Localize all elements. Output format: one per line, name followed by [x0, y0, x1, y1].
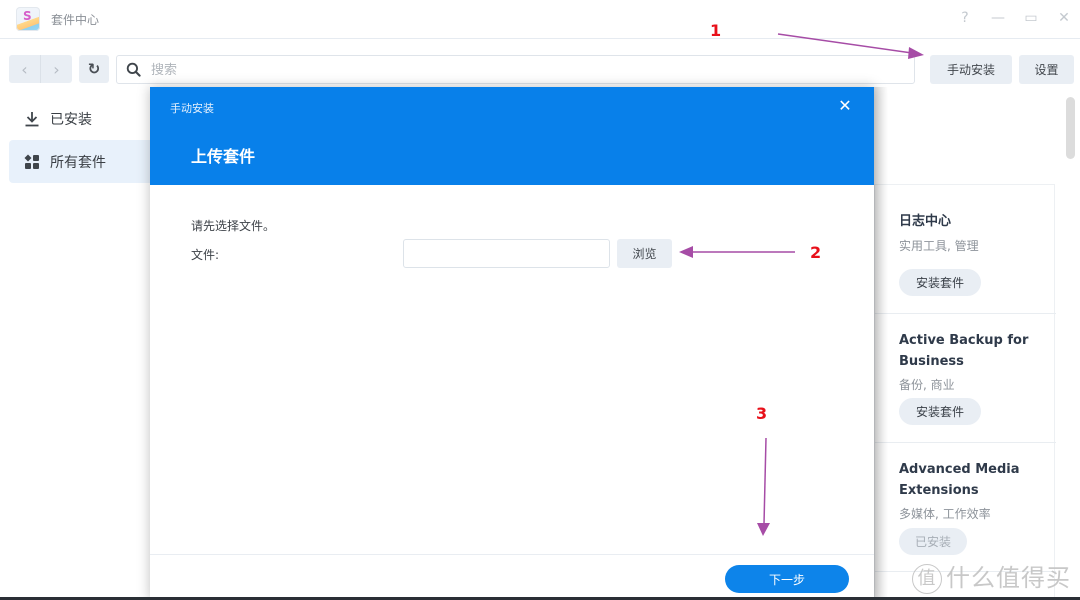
forward-button[interactable]: › [40, 55, 72, 83]
maximize-icon[interactable]: ▭ [1021, 8, 1041, 28]
manual-install-button[interactable]: 手动安装 [930, 55, 1012, 84]
refresh-icon: ↻ [87, 60, 101, 78]
dialog-shadow [874, 87, 888, 600]
installed-badge: 已安装 [899, 528, 967, 555]
minimize-icon[interactable]: — [988, 8, 1008, 28]
back-button[interactable]: ‹ [9, 55, 40, 83]
package-card[interactable]: Advanced Media Extensions 多媒体, 工作效率 已安装 [875, 443, 1056, 572]
close-window-icon[interactable]: ✕ [1054, 8, 1074, 28]
settings-button[interactable]: 设置 [1019, 55, 1074, 84]
title-bar: S 套件中心 ? — ▭ ✕ [0, 0, 1080, 39]
sidebar-item-installed[interactable]: 已安装 [9, 97, 159, 140]
package-card[interactable]: 日志中心 实用工具, 管理 安装套件 [875, 185, 1056, 314]
scrollbar[interactable] [1066, 97, 1075, 159]
annotation-step-2: 2 [810, 243, 822, 262]
package-category: 实用工具, 管理 [899, 239, 979, 253]
window-title: 套件中心 [51, 13, 100, 27]
footer-divider [150, 554, 874, 555]
annotation-step-3: 3 [756, 404, 768, 423]
next-button[interactable]: 下一步 [725, 565, 849, 593]
dialog-header: 手动安装 ✕ 上传套件 [150, 87, 874, 185]
search-input[interactable] [151, 60, 851, 80]
watermark: 值什么值得买 [912, 558, 1071, 594]
toolbar: ‹ › ↻ 手动安装 设置 [0, 40, 1080, 85]
annotation-step-1: 1 [710, 21, 722, 40]
browse-button[interactable]: 浏览 [617, 239, 672, 268]
dialog-title: 手动安装 [170, 102, 214, 115]
file-label: 文件: [191, 248, 220, 262]
chevron-right-icon: › [53, 59, 60, 79]
download-icon [23, 110, 41, 128]
sidebar-item-all-packages[interactable]: 所有套件 [9, 140, 159, 183]
dialog-hint: 请先选择文件。 [191, 219, 276, 233]
install-package-button[interactable]: 安装套件 [899, 398, 981, 425]
package-category: 多媒体, 工作效率 [899, 507, 991, 521]
help-icon[interactable]: ? [955, 8, 975, 28]
package-title: Advanced Media Extensions [899, 462, 1020, 498]
package-category: 备份, 商业 [899, 378, 955, 392]
sidebar-item-label: 已安装 [50, 111, 92, 128]
refresh-button[interactable]: ↻ [79, 55, 109, 83]
dialog-heading: 上传套件 [191, 147, 256, 166]
search-icon [126, 62, 141, 77]
grid-icon [23, 153, 41, 171]
history-nav: ‹ › [9, 55, 72, 83]
chevron-left-icon: ‹ [21, 59, 28, 79]
watermark-badge: 值 [912, 564, 942, 594]
manual-install-dialog: 手动安装 ✕ 上传套件 请先选择文件。 文件: 浏览 下一步 [150, 87, 874, 600]
watermark-text: 什么值得买 [946, 564, 1071, 592]
package-center-app-icon: S [16, 7, 40, 31]
package-list: 日志中心 实用工具, 管理 安装套件 Active Backup for Bus… [874, 184, 1056, 600]
search-box[interactable] [116, 55, 915, 84]
sidebar-item-label: 所有套件 [50, 154, 106, 171]
install-package-button[interactable]: 安装套件 [899, 269, 981, 296]
package-center-window: S 套件中心 ? — ▭ ✕ ‹ › ↻ 手动安装 设置 [0, 0, 1080, 600]
file-path-field[interactable] [403, 239, 610, 268]
close-icon[interactable]: ✕ [835, 96, 855, 116]
package-title: Active Backup for Business [899, 333, 1029, 369]
package-card[interactable]: Active Backup for Business 备份, 商业 安装套件 [875, 314, 1056, 443]
package-title: 日志中心 [899, 214, 952, 229]
